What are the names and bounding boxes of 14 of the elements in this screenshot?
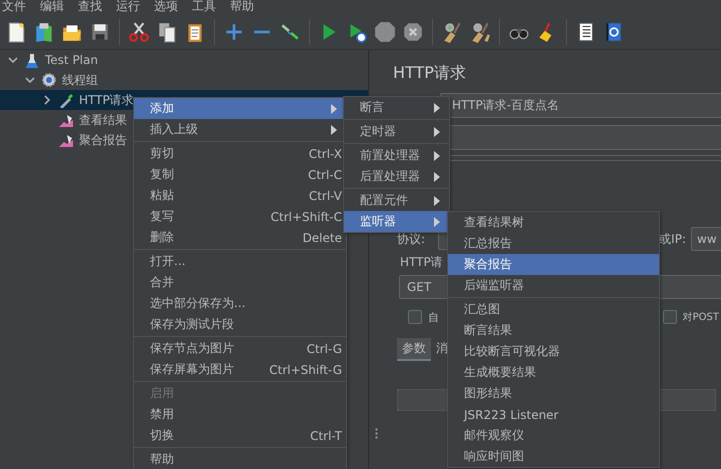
shortcut-text: Ctrl-X — [308, 146, 342, 160]
shortcut-text: Ctrl-V — [308, 188, 342, 202]
checkbox-label: 对POST — [682, 310, 719, 324]
shortcut-text: Ctrl+Shift-G — [269, 362, 342, 376]
shortcut-text: Ctrl+Shift-C — [270, 210, 342, 224]
shortcut-text: Ctrl-G — [306, 342, 342, 356]
protocol-label: 协议: — [397, 230, 426, 248]
shortcut-text: Ctrl-C — [308, 168, 342, 182]
checkbox-label: 自 — [428, 310, 439, 324]
shortcut-text: Ctrl-T — [310, 428, 342, 442]
server-label: 或IP: — [659, 230, 686, 248]
section-label: HTTP请 — [400, 254, 443, 270]
shortcut-text: Delete — [302, 230, 342, 244]
panel-title: HTTP请求 — [393, 62, 466, 84]
